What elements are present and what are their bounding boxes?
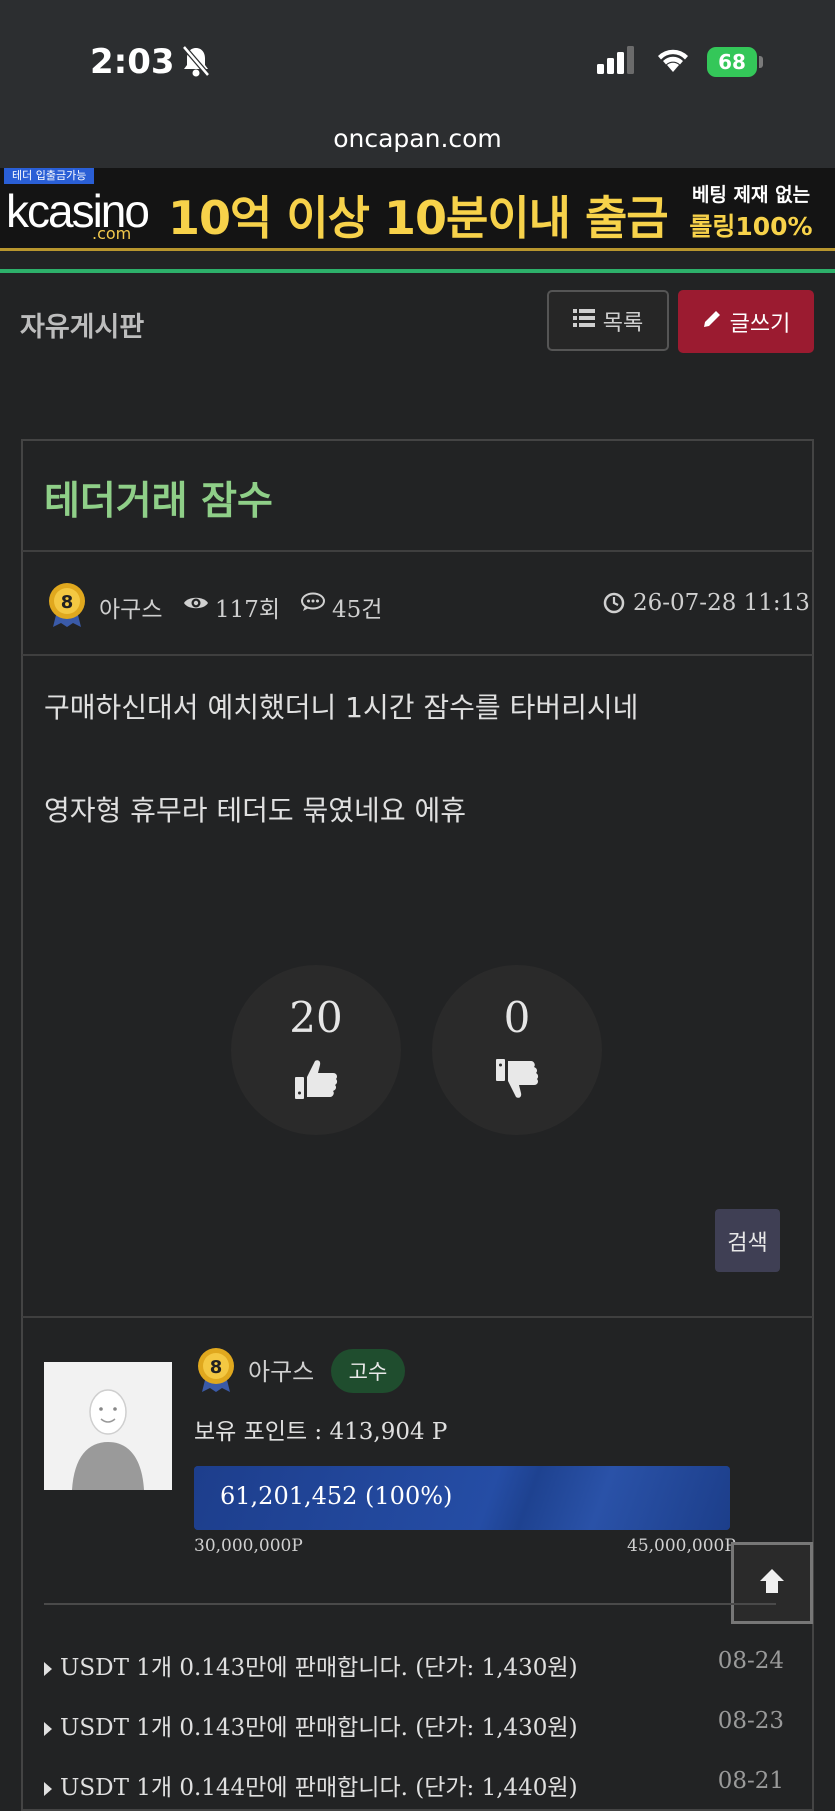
write-button-label: 글쓰기 [729,311,791,337]
progress-scale-min: 30,000,000P [194,1536,303,1556]
arrow-up-icon [757,1566,787,1600]
list-item[interactable]: USDT 1개 0.144만에 판매합니다. (단가: 1,440원) 08-2… [44,1768,784,1802]
thumbs-down-icon [494,1057,540,1105]
list-item[interactable]: USDT 1개 0.143만에 판매합니다. (단가: 1,430원) 08-2… [44,1648,784,1682]
banner-side-line1: 베팅 제재 없는 [691,184,811,206]
list-item-title: USDT 1개 0.143만에 판매합니다. (단가: 1,430원) [60,1655,578,1681]
banner-side-line2: 롤링100% [689,212,813,241]
list-item-date: 08-23 [717,1708,784,1734]
casino-ad-banner[interactable]: 테더 입출금가능 kcasino .com 10억 이상 10분이내 출금 베팅… [0,168,835,251]
caret-right-icon [44,1722,52,1736]
board-title: 자유게시판 [20,312,145,343]
wifi-icon [654,44,692,78]
progress-text: 61,201,452 (100%) [220,1482,453,1510]
level-badge-icon: 8 [47,581,87,629]
banner-tag: 테더 입출금가능 [4,168,95,184]
list-item-date: 08-24 [717,1648,784,1674]
post-author[interactable]: 아구스 [99,590,162,624]
level-progress-bar: 61,201,452 (100%) [194,1466,730,1530]
write-button[interactable]: 글쓰기 [678,290,814,353]
caret-right-icon [44,1662,52,1676]
rank-badge: 고수 [331,1349,405,1393]
banner-logo-sub: .com [92,224,132,243]
dislike-count: 0 [503,993,531,1042]
post-datetime: 26-07-28 11:13 [633,590,810,616]
search-button[interactable]: 검색 [715,1209,780,1272]
clock-icon [603,592,625,620]
level-badge-icon: 8 [196,1346,236,1394]
profile-points: 보유 포인트 : 413,904 P [194,1419,448,1445]
battery-indicator: 68 [707,47,757,77]
list-item-title: USDT 1개 0.143만에 판매합니다. (단가: 1,430원) [60,1715,578,1741]
accent-divider [0,269,835,273]
caret-right-icon [44,1782,52,1796]
list-item[interactable]: USDT 1개 0.143만에 판매합니다. (단가: 1,430원) 08-2… [44,1708,784,1742]
banner-headline: 10억 이상 10분이내 출금 [168,191,669,245]
post-title: 테더거래 잠수 [44,479,273,524]
battery-cap [759,56,763,68]
pencil-icon [702,309,722,335]
thumbs-up-icon [293,1057,339,1105]
like-count: 20 [289,993,343,1042]
title-divider [22,550,813,552]
post-comments: 45건 [332,597,383,623]
address-url[interactable]: oncapan.com [0,124,835,153]
like-button[interactable]: 20 [231,965,401,1135]
level-number: 8 [210,1357,223,1378]
status-time: 2:03 [90,42,175,82]
post-content-line: 영자형 휴무라 테더도 묶였네요 에휴 [44,794,467,827]
list-item-title: USDT 1개 0.144만에 판매합니다. (단가: 1,440원) [60,1775,578,1801]
related-divider [44,1603,776,1605]
avatar [44,1362,172,1490]
post-container [21,439,814,1811]
list-button[interactable]: 목록 [547,290,669,351]
search-button-label: 검색 [727,1230,768,1256]
banner-side-text: 베팅 제재 없는 롤링100% [676,180,826,243]
post-content-line: 구매하신대서 예치했더니 1시간 잠수를 타버리시네 [44,691,639,724]
post-views: 117회 [215,597,281,623]
list-item-date: 08-21 [717,1768,784,1794]
progress-scale-max: 45,000,000P [627,1536,736,1556]
scroll-to-top-button[interactable] [731,1542,813,1624]
meta-divider [22,654,813,656]
cellular-signal-icon [597,46,637,78]
profile-divider [22,1316,813,1318]
level-number: 8 [61,592,74,613]
profile-nickname[interactable]: 아구스 [248,1352,314,1387]
bell-off-icon [180,44,212,82]
list-button-label: 목록 [602,310,644,336]
eye-icon [183,592,209,618]
comment-icon [300,592,326,618]
list-icon [572,308,595,333]
dislike-button[interactable]: 0 [432,965,602,1135]
